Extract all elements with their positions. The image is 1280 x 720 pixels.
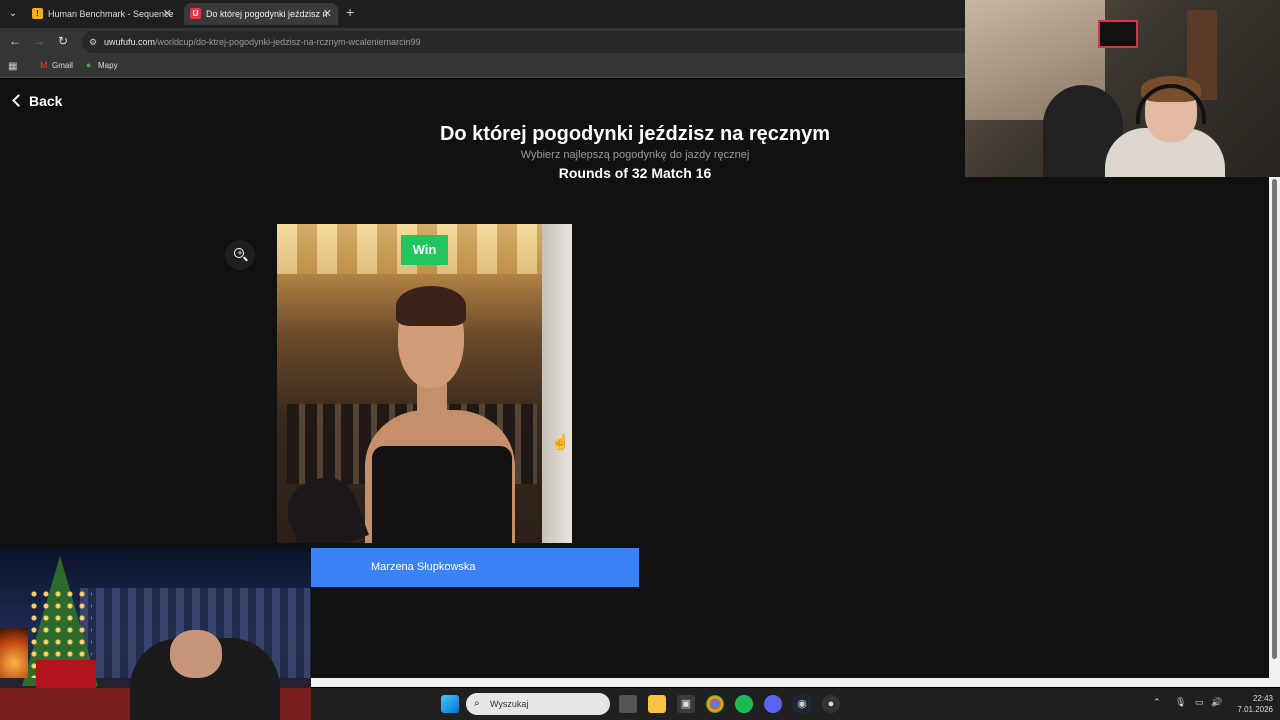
url-path: /worldcup/do-ktrej-pogodynki-jedzisz-na-… — [155, 37, 421, 47]
tab-search-chevron-icon[interactable]: ⌄ — [4, 5, 22, 23]
scrollbar-thumb[interactable] — [1272, 179, 1277, 659]
site-settings-icon[interactable]: ⚙ — [89, 31, 97, 53]
tab-uwufufu[interactable]: U Do której pogodynki jeździsz n ✕ — [184, 3, 338, 25]
url-host: uwufufu.com — [104, 37, 156, 47]
search-placeholder: Wyszukaj — [490, 699, 529, 709]
uwufufu-favicon-icon: U — [190, 8, 201, 19]
bookmark-mapy[interactable]: ● Mapy — [86, 60, 118, 70]
address-bar[interactable]: ⚙ uwufufu.com/worldcup/do-ktrej-pogodynk… — [82, 31, 982, 53]
obs-icon[interactable]: ● — [822, 695, 840, 713]
screen: ⌄ ! Human Benchmark - Sequence ✕ U Do kt… — [0, 0, 1280, 720]
back-arrow-icon[interactable]: ← — [8, 34, 22, 48]
win-badge: Win — [401, 235, 448, 265]
file-explorer-icon[interactable] — [648, 695, 666, 713]
bookmark-label: Mapy — [98, 61, 118, 70]
spotify-icon[interactable] — [735, 695, 753, 713]
back-button[interactable]: Back — [12, 93, 63, 109]
store-icon[interactable]: ▣ — [677, 695, 695, 713]
tab-human-benchmark[interactable]: ! Human Benchmark - Sequence ✕ — [26, 3, 178, 25]
human-benchmark-favicon-icon: ! — [32, 8, 43, 19]
hand-pointer-cursor-icon: ☝ — [551, 434, 570, 451]
webcam-overlay-streamer — [965, 0, 1280, 177]
candidate-name-button[interactable]: Marzena Słupkowska — [311, 548, 639, 587]
windows-taskbar: ⌕ Wyszukaj ▣ ◉ ● ⌃ 🎙 ▭ 🔊 22:43 7.01.2026 — [311, 688, 1280, 720]
tab-close-icon[interactable]: ✕ — [323, 3, 332, 25]
chevron-left-icon — [12, 94, 25, 107]
back-label: Back — [29, 93, 63, 109]
network-icon[interactable]: ▭ — [1195, 697, 1204, 708]
steam-icon[interactable]: ◉ — [793, 695, 811, 713]
system-clock[interactable]: 22:43 7.01.2026 — [1233, 693, 1273, 715]
clock-time: 22:43 — [1252, 694, 1273, 703]
tab-title: Human Benchmark - Sequence — [48, 9, 174, 19]
taskbar-search-box[interactable]: ⌕ Wyszukaj — [466, 693, 610, 715]
gmail-icon: M — [40, 60, 48, 70]
task-view-icon[interactable] — [619, 695, 637, 713]
search-icon: ⌕ — [474, 698, 480, 709]
tray-chevron-up-icon[interactable]: ⌃ — [1153, 697, 1161, 708]
microphone-icon[interactable]: 🎙 — [1175, 697, 1186, 708]
maps-pin-icon: ● — [86, 60, 92, 70]
bookmark-gmail[interactable]: M Gmail — [40, 60, 73, 70]
tab-close-icon[interactable]: ✕ — [163, 3, 172, 25]
horizontal-scrollbar[interactable] — [311, 678, 1280, 687]
windows-start-icon[interactable] — [441, 695, 459, 713]
zoom-in-button[interactable]: + — [225, 240, 255, 270]
reload-icon[interactable]: ↻ — [56, 34, 70, 48]
volume-icon[interactable]: 🔊 — [1211, 697, 1222, 708]
chrome-icon[interactable] — [706, 695, 724, 713]
new-tab-plus-icon[interactable]: + — [346, 4, 354, 20]
apps-grid-icon[interactable]: ▦ — [8, 61, 17, 72]
bookmark-label: Gmail — [52, 61, 73, 70]
forward-arrow-icon[interactable]: → — [32, 34, 46, 48]
candidate-image[interactable]: Win — [277, 224, 572, 543]
webcam-overlay-guest — [0, 548, 311, 720]
vertical-scrollbar[interactable] — [1269, 177, 1280, 678]
discord-icon[interactable] — [764, 695, 782, 713]
tab-title: Do której pogodynki jeździsz n — [206, 9, 328, 19]
clock-date: 7.01.2026 — [1237, 705, 1273, 714]
